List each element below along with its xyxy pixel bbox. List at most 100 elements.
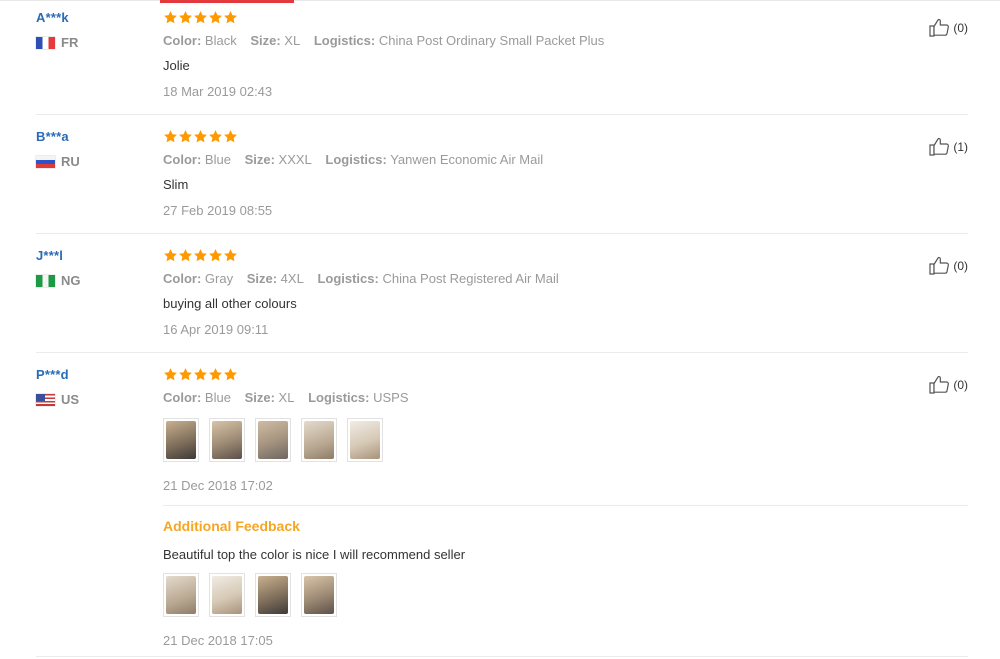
photo-image <box>166 421 196 459</box>
thumbs-up-icon <box>929 137 953 156</box>
photo-image <box>350 421 380 459</box>
country-code: NG <box>61 273 81 288</box>
review-text: Slim <box>163 177 189 192</box>
review-item: A***k FR Color: Black Size: XL Logistics… <box>36 10 968 115</box>
star-icon <box>178 248 193 263</box>
review-photos <box>163 418 863 462</box>
review-photo-thumbnail[interactable] <box>209 418 245 462</box>
review-divider <box>36 114 968 115</box>
star-icon <box>163 367 178 382</box>
logistics-label: Logistics: <box>313 33 376 48</box>
review-content: Color: Black Size: XL Logistics: China P… <box>163 10 863 99</box>
logistics-value: China Post Ordinary Small Packet Plus <box>378 33 605 48</box>
star-icon <box>193 367 208 382</box>
review-date: 21 Dec 2018 17:02 <box>163 478 273 493</box>
helpful-button[interactable]: (0) <box>929 256 968 275</box>
reviewer-country: NG <box>36 273 156 288</box>
additional-feedback-divider <box>163 505 968 506</box>
review-item: J***l NG Color: Gray Size: 4XL Logistics… <box>36 248 968 353</box>
review-item: B***a RU Color: Blue Size: XXXL Logistic… <box>36 129 968 234</box>
helpful-button[interactable]: (0) <box>929 18 968 37</box>
star-icon <box>208 367 223 382</box>
color-value: Blue <box>204 152 231 167</box>
size-label: Size: <box>250 33 281 48</box>
order-attributes: Color: Blue Size: XXXL Logistics: Yanwen… <box>163 152 863 167</box>
review-photo-thumbnail[interactable] <box>301 573 337 617</box>
review-photo-thumbnail[interactable] <box>163 573 199 617</box>
star-icon <box>193 248 208 263</box>
photo-image <box>258 576 288 614</box>
star-rating <box>163 367 863 383</box>
review-divider <box>36 352 968 353</box>
review-content: Color: Gray Size: 4XL Logistics: China P… <box>163 248 863 337</box>
color-value: Blue <box>204 390 231 405</box>
logistics-label: Logistics: <box>325 152 387 167</box>
review-photo-thumbnail[interactable] <box>163 418 199 462</box>
review-date: 18 Mar 2019 02:43 <box>163 84 273 99</box>
flag-ru-icon <box>36 155 55 168</box>
review-photo-thumbnail[interactable] <box>255 418 291 462</box>
reviewer-country: RU <box>36 154 156 169</box>
order-attributes: Color: Blue Size: XL Logistics: USPS <box>163 390 863 405</box>
review-text: Jolie <box>163 58 190 73</box>
reviewer-country: FR <box>36 35 156 50</box>
reviewer-info: P***d US <box>36 367 156 407</box>
helpful-count: (0) <box>953 258 968 273</box>
star-icon <box>163 129 178 144</box>
star-icon <box>178 367 193 382</box>
color-label: Color: <box>163 390 202 405</box>
review-date: 27 Feb 2019 08:55 <box>163 203 273 218</box>
additional-feedback-title: Additional Feedback <box>163 518 300 534</box>
review-divider <box>36 656 968 657</box>
thumbs-up-icon <box>929 375 953 394</box>
review-photo-thumbnail[interactable] <box>347 418 383 462</box>
star-icon <box>223 248 238 263</box>
logistics-label: Logistics: <box>317 271 379 286</box>
color-label: Color: <box>163 33 202 48</box>
star-rating <box>163 10 863 26</box>
star-icon <box>208 10 223 25</box>
logistics-value: Yanwen Economic Air Mail <box>390 152 544 167</box>
thumbs-up-icon <box>929 18 953 37</box>
star-icon <box>208 129 223 144</box>
active-tab-indicator <box>160 0 294 3</box>
color-value: Gray <box>204 271 234 286</box>
size-label: Size: <box>246 271 278 286</box>
size-value: XXXL <box>278 152 312 167</box>
logistics-label: Logistics: <box>308 390 370 405</box>
review-photo-thumbnail[interactable] <box>209 573 245 617</box>
reviewer-info: J***l NG <box>36 248 156 288</box>
thumbs-up-icon <box>929 256 953 275</box>
country-code: RU <box>61 154 80 169</box>
helpful-button[interactable]: (1) <box>929 137 968 156</box>
helpful-count: (0) <box>953 20 968 35</box>
reviewer-name[interactable]: A***k <box>36 10 156 25</box>
reviewer-name[interactable]: J***l <box>36 248 156 263</box>
helpful-count: (0) <box>953 377 968 392</box>
size-label: Size: <box>244 390 275 405</box>
reviewer-name[interactable]: B***a <box>36 129 156 144</box>
review-photo-thumbnail[interactable] <box>255 573 291 617</box>
review-content: Color: Blue Size: XXXL Logistics: Yanwen… <box>163 129 863 218</box>
review-text: buying all other colours <box>163 296 297 311</box>
order-attributes: Color: Gray Size: 4XL Logistics: China P… <box>163 271 863 286</box>
review-date: 16 Apr 2019 09:11 <box>163 322 269 337</box>
photo-image <box>166 576 196 614</box>
color-label: Color: <box>163 152 202 167</box>
size-label: Size: <box>244 152 275 167</box>
star-icon <box>223 10 238 25</box>
star-rating <box>163 248 863 264</box>
country-code: US <box>61 392 80 407</box>
review-item: P***d US Color: Blue Size: XL Logistics:… <box>36 367 968 659</box>
star-icon <box>178 129 193 144</box>
helpful-button[interactable]: (0) <box>929 375 968 394</box>
review-photo-thumbnail[interactable] <box>301 418 337 462</box>
additional-feedback: Additional Feedback Beautiful top the co… <box>163 518 863 648</box>
photo-image <box>212 576 242 614</box>
flag-ng-icon <box>36 274 55 287</box>
star-icon <box>193 10 208 25</box>
star-icon <box>193 129 208 144</box>
reviewer-name[interactable]: P***d <box>36 367 156 382</box>
photo-image <box>304 576 334 614</box>
reviewer-info: B***a RU <box>36 129 156 169</box>
